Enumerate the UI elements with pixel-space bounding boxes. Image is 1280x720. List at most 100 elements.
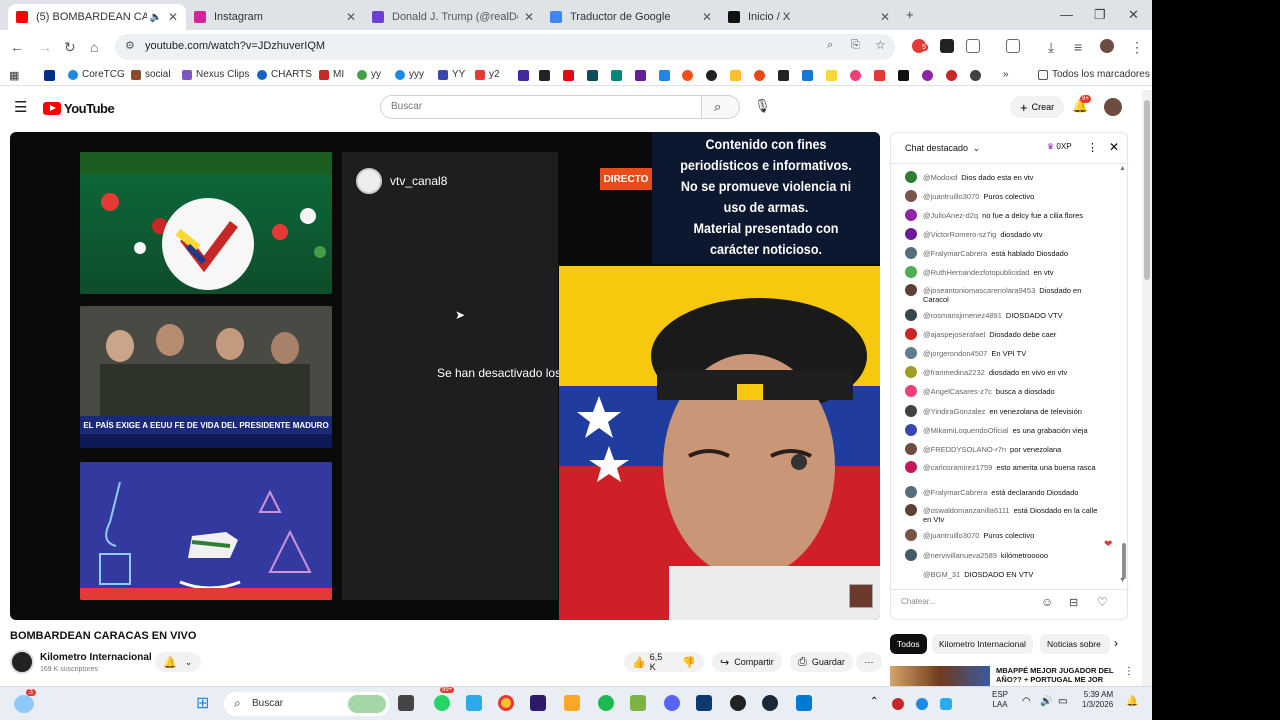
more-actions-button[interactable]: ⋯ xyxy=(856,652,882,672)
close-tab-icon[interactable]: ✕ xyxy=(168,10,178,24)
steam-icon[interactable] xyxy=(762,695,778,711)
new-tab-icon[interactable]: + xyxy=(906,7,914,22)
bookmark-icon[interactable] xyxy=(898,70,909,81)
chat-message[interactable]: @rosmarisjimenez4891 DIOSDADO VTV xyxy=(905,309,1105,321)
scroll-down-icon[interactable]: ▼ xyxy=(1119,577,1126,584)
emoji-icon[interactable]: ☺ xyxy=(1041,595,1053,609)
apps-grid-icon[interactable]: ▦ xyxy=(9,69,19,82)
restore-icon[interactable]: ❐ xyxy=(1094,7,1106,23)
bookmark-icon[interactable] xyxy=(850,70,861,81)
bookmark-icon[interactable] xyxy=(946,70,957,81)
close-tab-icon[interactable]: ✕ xyxy=(524,10,534,24)
chat-message[interactable]: @juantruillo3070 Puros colectivo xyxy=(905,529,1105,541)
chat-avatar-icon[interactable] xyxy=(905,385,917,397)
media-icon[interactable]: ≡ xyxy=(1074,39,1082,55)
bookmark-icon[interactable] xyxy=(874,70,885,81)
bookmark-yy2[interactable]: YY xyxy=(438,69,465,80)
chat-author[interactable]: @FralymarCabrera xyxy=(923,249,987,258)
like-count[interactable]: 6,5 K xyxy=(650,652,669,672)
chat-author[interactable]: @JulioAnez-d2q xyxy=(923,211,978,220)
bookmark-y2[interactable]: y2 xyxy=(475,69,500,80)
task-view-icon[interactable] xyxy=(398,695,414,711)
chat-author[interactable]: @MikamiLoquendoOficial xyxy=(923,426,1009,435)
chat-avatar-icon[interactable] xyxy=(905,171,917,183)
close-window-icon[interactable]: ✕ xyxy=(1128,7,1139,23)
menu-kebab-icon[interactable]: ⋮ xyxy=(1130,39,1144,56)
minecraft-icon[interactable] xyxy=(630,695,646,711)
chat-message[interactable]: @FREDDYSOLANO-r7n por venezolana xyxy=(905,443,1105,455)
site-info-icon[interactable]: ⚙ xyxy=(125,39,135,52)
chat-message[interactable]: @AngelCasares-z7c busca a diosdado xyxy=(905,385,1105,397)
chat-author[interactable]: @nervivillanueva2589 xyxy=(923,551,997,560)
chat-avatar-icon[interactable] xyxy=(905,247,917,259)
paypal-bookmark-icon[interactable] xyxy=(44,70,55,81)
chat-avatar-icon[interactable] xyxy=(905,443,917,455)
profile-avatar-icon[interactable] xyxy=(1100,39,1114,53)
netflix-bookmark-icon[interactable] xyxy=(563,70,574,81)
spotify-icon[interactable] xyxy=(598,695,614,711)
bookmark-icon[interactable] xyxy=(922,70,933,81)
wifi-icon[interactable]: ◠ xyxy=(1022,696,1031,707)
tab-truth-social[interactable]: Donald J. Trump (@realDonald ✕ xyxy=(364,4,542,30)
close-tab-icon[interactable]: ✕ xyxy=(880,10,890,24)
video-player[interactable]: EL PAÍS EXIGE A EEUU FE DE VIDA DEL PRES… xyxy=(10,132,880,620)
chat-avatar-icon[interactable] xyxy=(905,568,917,580)
chat-message[interactable]: @BGM_31 DIOSDADO EN VTV xyxy=(905,568,1105,580)
bookmark-coretcg[interactable]: CoreTCG xyxy=(68,69,125,80)
chip-channel[interactable]: Kilometro Internacional xyxy=(932,634,1033,654)
chat-author[interactable]: @BGM_31 xyxy=(923,570,960,579)
chat-message[interactable]: @joseantoniomascarenolara9453 Diosdado en… xyxy=(905,284,1105,304)
subscribed-bell-button[interactable]: 🔔 ⌄ xyxy=(155,652,201,672)
volume-icon[interactable]: 🔊 xyxy=(1040,696,1052,707)
chat-message[interactable]: @Modoxd Dios dado esta en vtv xyxy=(905,171,1105,183)
more-bookmarks-icon[interactable]: » xyxy=(1003,69,1009,80)
chat-avatar-icon[interactable] xyxy=(905,424,917,436)
chat-author[interactable]: @VictorRomero-sz7ig xyxy=(923,230,996,239)
chat-author[interactable]: @Modoxd xyxy=(923,173,957,182)
heart-icon[interactable]: ♡ xyxy=(1097,595,1108,609)
bookmark-icon[interactable] xyxy=(682,70,693,81)
whatsapp-icon[interactable] xyxy=(434,695,450,711)
chat-message[interactable]: @MikamiLoquendoOficial es una grabación v… xyxy=(905,424,1105,436)
install-icon[interactable]: ⎘ xyxy=(851,39,860,52)
extension-icon[interactable] xyxy=(940,39,954,53)
chat-message[interactable]: @oswaldomanzanilla6111 está Diosdado en l… xyxy=(905,504,1105,524)
zoom-icon[interactable]: ⌕ xyxy=(827,39,833,52)
weather-widget-icon[interactable] xyxy=(14,695,34,713)
chat-message[interactable]: @carlosramirez1759 esto amerita una buena… xyxy=(905,461,1105,473)
chat-author[interactable]: @joseantoniomascarenolara9453 xyxy=(923,286,1035,295)
bookmark-icon[interactable] xyxy=(635,70,646,81)
youtube-logo[interactable]: YouTube xyxy=(43,101,115,116)
channel-watermark[interactable] xyxy=(849,584,873,608)
page-scroll-thumb[interactable] xyxy=(1144,100,1150,280)
home-icon[interactable]: ⌂ xyxy=(90,39,98,55)
chat-avatar-icon[interactable] xyxy=(905,549,917,561)
chip-news[interactable]: Noticias sobre xyxy=(1040,634,1110,654)
chat-author[interactable]: @juantruillo3070 xyxy=(923,531,979,540)
chat-avatar-icon[interactable] xyxy=(905,209,917,221)
channel-name[interactable]: Kilometro Internacional xyxy=(40,652,152,663)
chat-author[interactable]: @carlosramirez1759 xyxy=(923,463,992,472)
chat-message[interactable]: @RuthHernandezfotopublicidad en vtv xyxy=(905,266,1105,278)
chat-avatar-icon[interactable] xyxy=(905,529,917,541)
windows-start-icon[interactable]: ⊞ xyxy=(196,693,209,713)
chrome-icon[interactable] xyxy=(498,695,514,711)
chat-author[interactable]: @FralymarCabrera xyxy=(923,488,987,497)
chat-avatar-icon[interactable] xyxy=(905,284,917,296)
chat-avatar-icon[interactable] xyxy=(905,461,917,473)
tray-overflow-icon[interactable]: ⌃ xyxy=(870,696,878,707)
chat-author[interactable]: @AngelCasares-z7c xyxy=(923,387,992,396)
chat-scroll-thumb[interactable] xyxy=(1122,543,1126,579)
chat-author[interactable]: @oswaldomanzanilla6111 xyxy=(923,506,1010,515)
chat-avatar-icon[interactable] xyxy=(905,347,917,359)
scroll-up-icon[interactable]: ▲ xyxy=(1119,165,1126,172)
bookmark-icon[interactable] xyxy=(970,70,981,81)
page-scrollbar[interactable] xyxy=(1142,90,1152,686)
chat-author[interactable]: @franmedina2232 xyxy=(923,368,985,377)
bookmark-icon[interactable] xyxy=(659,70,670,81)
bookmarks-folder[interactable]: Todos los marcadores xyxy=(1038,69,1150,80)
chat-author[interactable]: @juantruillo3070 xyxy=(923,192,979,201)
microphone-icon[interactable]: 🎙 xyxy=(754,98,771,114)
tab-youtube[interactable]: (5) BOMBARDEAN CARACA 🔈 ✕ xyxy=(8,4,186,30)
bookmark-icon[interactable] xyxy=(518,70,529,81)
